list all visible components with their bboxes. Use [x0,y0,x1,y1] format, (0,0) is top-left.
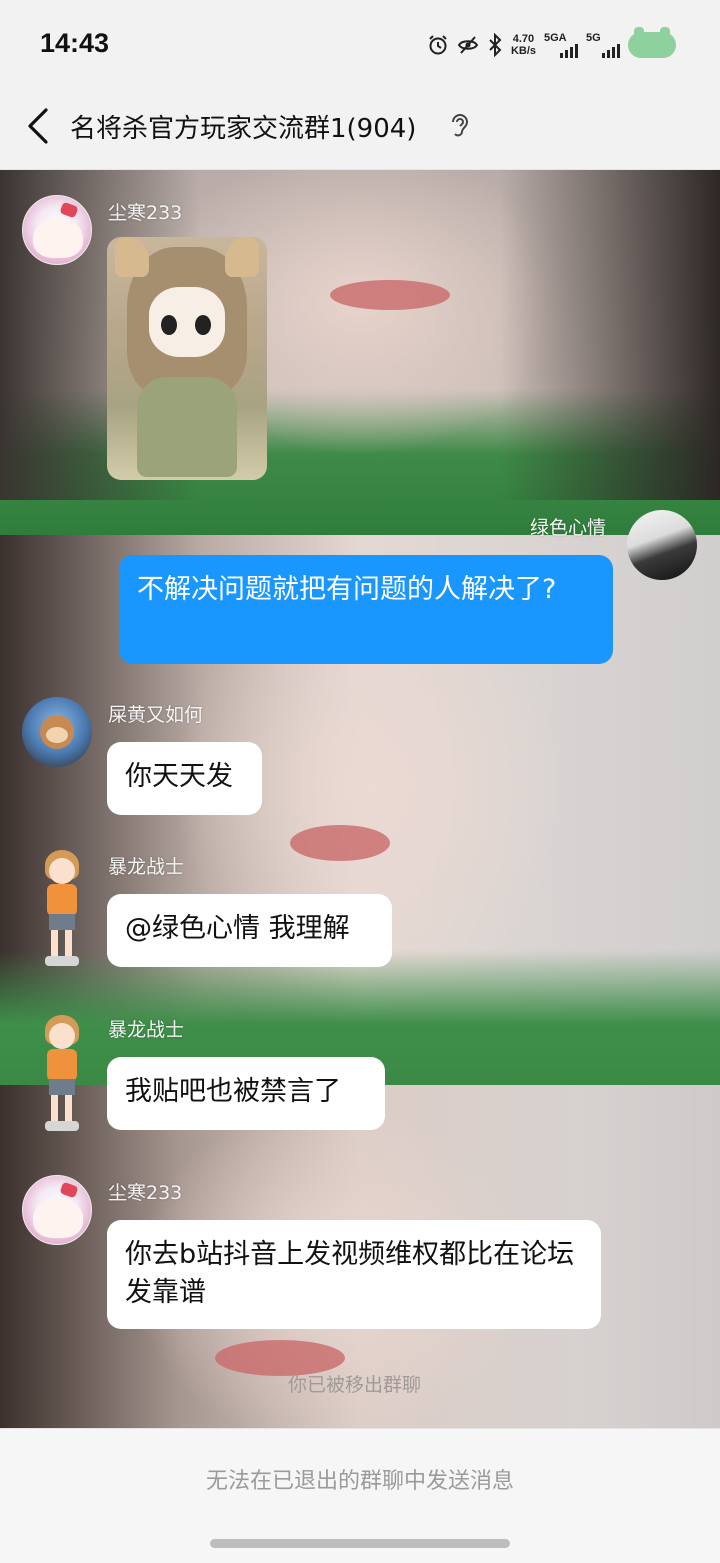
net2-label: 5G [586,32,601,44]
background-detail [290,825,390,861]
sender-name: 尘寒233 [108,202,183,224]
sender-name: 暴龙战士 [108,856,185,878]
avatar[interactable] [25,1015,95,1145]
input-disabled-bar: 无法在已退出的群聊中发送消息 [0,1428,720,1563]
status-bar: 14:43 4.70 KB/s 5GA 5G [0,0,720,90]
avatar[interactable] [22,1175,92,1245]
chat-area[interactable]: 尘寒233 绿色心情 不解决问题就把有问题的人解决了? 屎黄又如何 你天天发 暴… [0,170,720,1428]
home-indicator[interactable] [210,1539,510,1548]
sender-name: 尘寒233 [108,1182,183,1204]
message-bubble[interactable]: 不解决问题就把有问题的人解决了? [119,555,613,664]
sticker-image[interactable] [107,237,267,480]
message-bubble[interactable]: @绿色心情 我理解 [107,894,392,967]
sender-name: 绿色心情 [529,517,606,539]
speed-unit: KB/s [510,45,536,57]
avatar[interactable] [22,195,92,265]
speed-value: 4.70 [512,33,535,45]
net1-label: 5GA [544,32,567,44]
status-icons: 4.70 KB/s 5GA 5G [427,27,676,62]
ear-icon[interactable] [448,110,472,140]
avatar[interactable] [25,850,95,980]
message-bubble[interactable]: 你去b站抖音上发视频维权都比在论坛发靠谱 [107,1220,601,1329]
chat-title[interactable]: 名将杀官方玩家交流群1(904) [70,108,416,145]
disabled-notice: 无法在已退出的群聊中发送消息 [205,1469,514,1494]
bluetooth-icon [487,33,503,57]
network-speed: 4.70 KB/s [511,33,536,57]
signal-5g-icon: 5G [586,30,620,60]
avatar[interactable] [22,697,92,767]
message-bubble[interactable]: 你天天发 [107,742,262,815]
sender-name: 暴龙战士 [108,1019,185,1041]
avatar[interactable] [627,510,697,580]
status-time: 14:43 [40,28,110,58]
eye-off-icon [457,34,479,56]
back-chevron-icon[interactable] [22,106,58,146]
sender-name: 屎黄又如何 [108,704,204,726]
signal-5ga-icon: 5GA [544,30,578,60]
battery-icon [628,27,676,58]
message-bubble[interactable]: 我贴吧也被禁言了 [107,1057,385,1130]
background-detail [330,280,450,310]
alarm-icon [427,34,449,56]
system-notice: 你已被移出群聊 [288,1374,422,1396]
chat-header: 名将杀官方玩家交流群1(904) [0,90,720,170]
